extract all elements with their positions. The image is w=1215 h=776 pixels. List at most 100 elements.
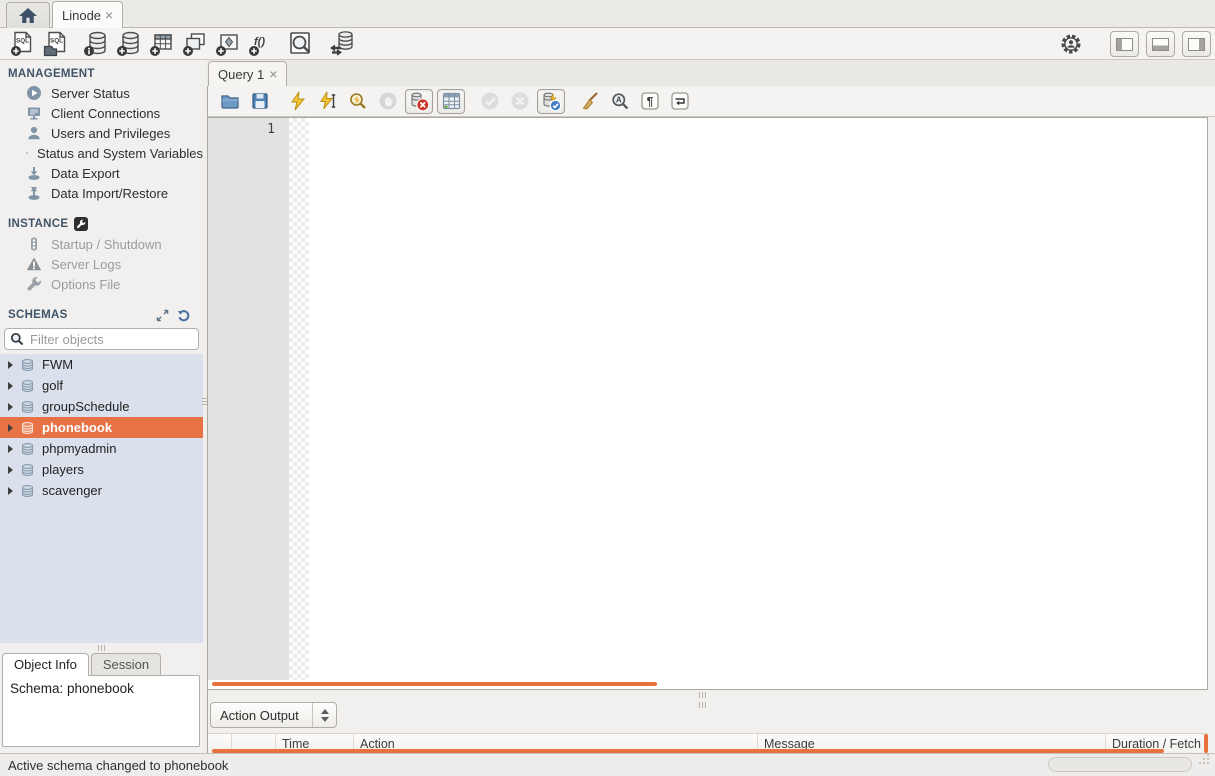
expander-triangle-icon[interactable] xyxy=(8,382,13,390)
data-export-icon xyxy=(26,165,42,181)
toggle-bottom-panel-icon xyxy=(1152,38,1169,51)
toggle-right-sidebar-button[interactable] xyxy=(1182,31,1211,57)
expander-triangle-icon[interactable] xyxy=(8,466,13,474)
schema-filter[interactable] xyxy=(4,328,199,350)
sidebar-item-label: Data Export xyxy=(51,166,120,181)
expander-triangle-icon[interactable] xyxy=(8,424,13,432)
query-tab-label: Query 1 xyxy=(218,67,264,82)
create-function-button[interactable]: f() xyxy=(244,30,277,58)
schema-filter-input[interactable] xyxy=(28,331,193,348)
combo-spinner-icon[interactable] xyxy=(312,703,336,727)
sidebar-item-options-file[interactable]: Options File xyxy=(0,274,203,294)
output-view-selector[interactable]: Action Output xyxy=(210,702,337,728)
create-view-button[interactable] xyxy=(178,30,211,58)
sidebar-item-startup-shutdown[interactable]: Startup / Shutdown xyxy=(0,234,203,254)
sidebar-panel-splitter[interactable] xyxy=(0,643,203,652)
create-schema-button[interactable] xyxy=(112,30,145,58)
rollback-transaction-button[interactable] xyxy=(505,88,535,114)
sidebar-item-client-connections[interactable]: Client Connections xyxy=(0,103,203,123)
beautify-script-button[interactable] xyxy=(575,88,605,114)
svg-text:SQL: SQL xyxy=(16,37,29,44)
new-sql-tab-button[interactable]: SQL xyxy=(6,30,39,58)
show-invisibles-icon: ¶ xyxy=(640,91,660,111)
schema-item-selected[interactable]: phonebook xyxy=(0,417,203,438)
schema-item[interactable]: golf xyxy=(0,375,203,396)
toggle-left-sidebar-button[interactable] xyxy=(1110,31,1139,57)
home-tab[interactable] xyxy=(6,2,50,28)
commit-transaction-button[interactable] xyxy=(475,88,505,114)
execute-current-statement-button[interactable] xyxy=(313,88,343,114)
execute-statements-button[interactable] xyxy=(283,88,313,114)
expander-triangle-icon[interactable] xyxy=(8,361,13,369)
output-splitter[interactable] xyxy=(699,692,706,708)
schema-name: phpmyadmin xyxy=(42,441,116,456)
toggle-autocommit-button[interactable] xyxy=(537,89,565,114)
tab-session[interactable]: Session xyxy=(91,653,161,676)
save-script-button[interactable] xyxy=(245,88,275,114)
expander-triangle-icon[interactable] xyxy=(8,487,13,495)
create-function-icon: f() xyxy=(248,31,273,57)
schema-inspector-button[interactable] xyxy=(79,30,112,58)
create-procedure-button[interactable] xyxy=(211,30,244,58)
limit-rows-button[interactable] xyxy=(437,89,465,114)
autocommit-icon xyxy=(541,91,562,112)
open-script-button[interactable] xyxy=(215,88,245,114)
schema-db-icon xyxy=(20,442,35,456)
sidebar-item-system-variables[interactable]: Status and System Variables xyxy=(0,143,203,163)
sidebar-item-data-import[interactable]: Data Import/Restore xyxy=(0,183,203,203)
create-table-button[interactable] xyxy=(145,30,178,58)
refresh-icon[interactable] xyxy=(177,308,191,322)
schema-item[interactable]: players xyxy=(0,459,203,480)
open-sql-script-button[interactable]: SQL xyxy=(39,30,72,58)
find-panel-button[interactable]: A xyxy=(605,88,635,114)
window-tabbar: Linode × xyxy=(0,0,1215,28)
sidebar-item-label: Server Status xyxy=(51,86,130,101)
schema-item[interactable]: phpmyadmin xyxy=(0,438,203,459)
search-objects-button[interactable] xyxy=(284,30,317,58)
stop-execution-button[interactable] xyxy=(373,88,403,114)
schema-item[interactable]: FWM xyxy=(0,354,203,375)
resize-grip-icon[interactable] xyxy=(1199,762,1201,764)
toggle-left-sidebar-icon xyxy=(1116,38,1133,51)
schema-db-icon xyxy=(20,484,35,498)
object-info-panel: Schema: phonebook xyxy=(2,675,200,747)
explain-plan-icon xyxy=(348,91,368,111)
schema-item[interactable]: groupSchedule xyxy=(0,396,203,417)
close-tab-icon[interactable]: × xyxy=(269,67,277,81)
svg-text:f(): f() xyxy=(254,36,265,48)
toggle-word-wrap-button[interactable] xyxy=(665,88,695,114)
sidebar-item-server-logs[interactable]: Server Logs xyxy=(0,254,203,274)
output-vertical-scrollbar[interactable] xyxy=(1204,734,1208,753)
sidebar-item-label: Server Logs xyxy=(51,257,121,272)
tab-object-info[interactable]: Object Info xyxy=(2,653,89,676)
schema-name: groupSchedule xyxy=(42,399,129,414)
connection-tab[interactable]: Linode × xyxy=(52,1,123,28)
commit-icon xyxy=(480,91,500,111)
toggle-bottom-panel-button[interactable] xyxy=(1146,31,1175,57)
close-tab-icon[interactable]: × xyxy=(105,8,113,22)
system-variables-icon xyxy=(26,145,28,161)
schema-item[interactable]: scavenger xyxy=(0,480,203,501)
editor-gutter: 1 xyxy=(208,118,289,680)
client-connections-icon xyxy=(26,105,42,121)
preferences-button[interactable] xyxy=(1058,30,1084,58)
explain-plan-button[interactable] xyxy=(343,88,373,114)
line-number: 1 xyxy=(208,122,275,137)
schema-name: scavenger xyxy=(42,483,102,498)
server-logs-icon xyxy=(26,256,42,272)
toggle-stop-on-error-button[interactable] xyxy=(405,89,433,114)
expander-triangle-icon[interactable] xyxy=(8,445,13,453)
expander-triangle-icon[interactable] xyxy=(8,403,13,411)
info-panel-tabs: Object Info Session xyxy=(0,652,203,676)
reconnect-dbms-button[interactable] xyxy=(324,30,357,58)
sql-editor[interactable]: 1 xyxy=(207,117,1208,690)
sidebar-item-users-privileges[interactable]: Users and Privileges xyxy=(0,123,203,143)
svg-text:¶: ¶ xyxy=(647,95,654,109)
schemas-header: SCHEMAS xyxy=(0,294,203,325)
show-invisibles-button[interactable]: ¶ xyxy=(635,88,665,114)
tab-query-1[interactable]: Query 1 × xyxy=(208,61,287,86)
expand-icon[interactable] xyxy=(156,309,169,322)
sidebar-item-data-export[interactable]: Data Export xyxy=(0,163,203,183)
sidebar-item-server-status[interactable]: Server Status xyxy=(0,83,203,103)
editor-horizontal-scrollbar[interactable] xyxy=(212,682,657,686)
